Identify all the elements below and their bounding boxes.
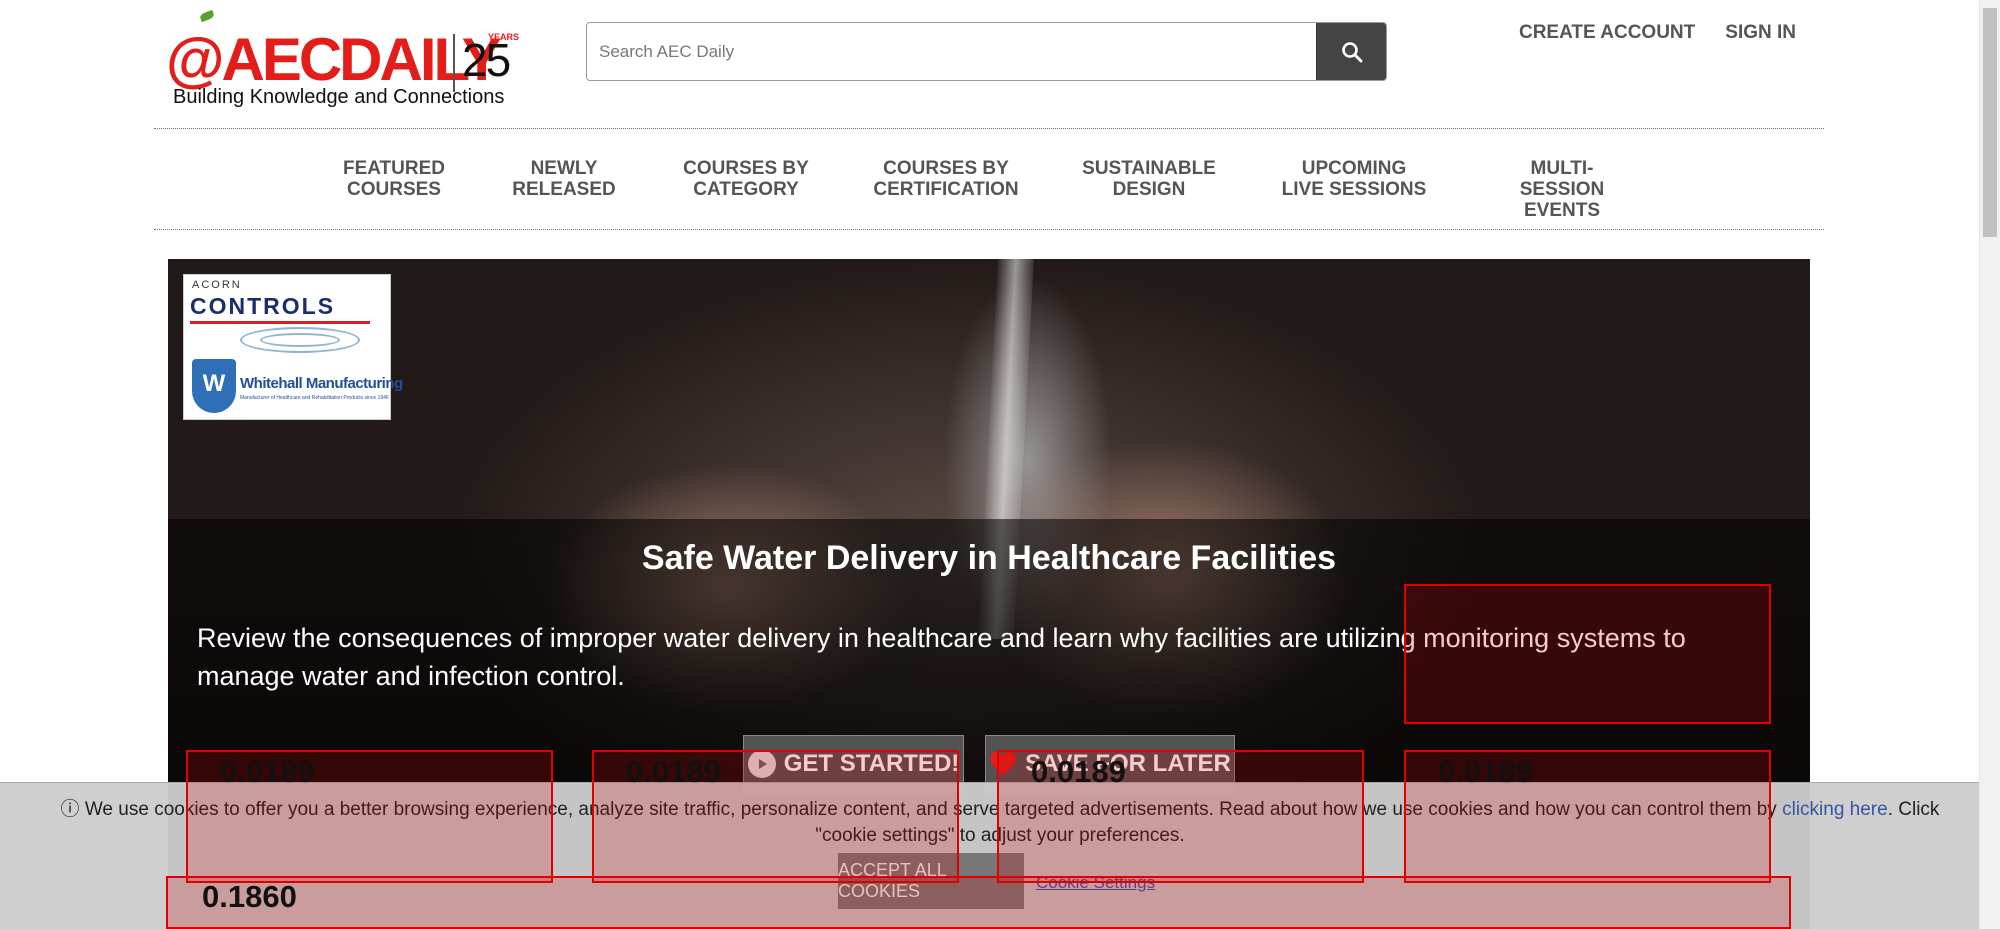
cookie-policy-link[interactable]: clicking here: [1782, 799, 1888, 820]
overlay-score-label: 0.0189: [220, 754, 315, 789]
header-divider: [154, 128, 1824, 129]
scrollbar-thumb[interactable]: [1983, 8, 1997, 237]
overlay-box: [1404, 584, 1771, 724]
sign-in-link[interactable]: SIGN IN: [1725, 22, 1796, 44]
course-title: Safe Water Delivery in Healthcare Facili…: [641, 539, 1337, 577]
sponsor-whitehall-text: Whitehall Manufacturing: [240, 375, 403, 392]
overlay-box: 0.0189: [186, 750, 553, 883]
account-links: CREATE ACCOUNT SIGN IN: [1519, 22, 1796, 44]
overlay-score-label: 0.0189: [626, 754, 721, 789]
leaf-icon: [199, 9, 215, 23]
overlay-box: 0.0189: [1404, 750, 1771, 883]
logo-wordmark: @AECDAILY: [166, 26, 502, 93]
nav-newly-released[interactable]: NEWLY RELEASED: [511, 158, 617, 200]
overlay-score-label: 0.0189: [1438, 754, 1533, 789]
site-tagline: Building Knowledge and Connections: [173, 86, 505, 108]
overlay-box: 0.0189: [997, 750, 1364, 883]
nav-courses-by-category[interactable]: COURSES BY CATEGORY: [681, 158, 811, 200]
water-ripple-inner-icon: [260, 333, 340, 347]
overlay-box: 0.1860: [166, 876, 1791, 929]
nav-featured-courses[interactable]: FEATURED COURSES: [337, 158, 451, 200]
page-scrollbar[interactable]: [1979, 0, 2000, 929]
search-button[interactable]: [1316, 23, 1386, 80]
sponsor-controls-text: CONTROLS: [190, 293, 336, 319]
overlay-box: 0.0189: [592, 750, 959, 883]
logo-divider: [453, 34, 455, 92]
nav-multi-session-events[interactable]: MULTI-SESSION EVENTS: [1491, 158, 1633, 221]
search-bar: [586, 22, 1387, 81]
search-input[interactable]: [587, 23, 1316, 80]
info-icon: ⓘ: [60, 799, 80, 820]
sponsor-red-bar: [190, 321, 370, 324]
logo-years-label: YEARS: [488, 32, 520, 42]
nav-courses-by-certification[interactable]: COURSES BY CERTIFICATION: [872, 158, 1020, 200]
nav-divider: [154, 229, 1824, 230]
sponsor-whitehall-tagline: Manufacturer of Healthcare and Rehabilit…: [240, 395, 389, 401]
create-account-link[interactable]: CREATE ACCOUNT: [1519, 22, 1695, 44]
sponsor-acorn-text: ACORN: [192, 279, 242, 291]
nav-sustainable-design[interactable]: SUSTAINABLE DESIGN: [1082, 158, 1216, 200]
overlay-score-label: 0.1860: [202, 879, 297, 914]
sponsor-logo[interactable]: ACORN CONTROLS W Whitehall Manufacturing…: [183, 274, 403, 420]
nav-upcoming-live-sessions[interactable]: UPCOMING LIVE SESSIONS: [1280, 158, 1428, 200]
whitehall-shield-icon: W: [192, 359, 236, 413]
overlay-score-label: 0.0189: [1031, 754, 1126, 789]
search-icon: [1341, 41, 1362, 62]
